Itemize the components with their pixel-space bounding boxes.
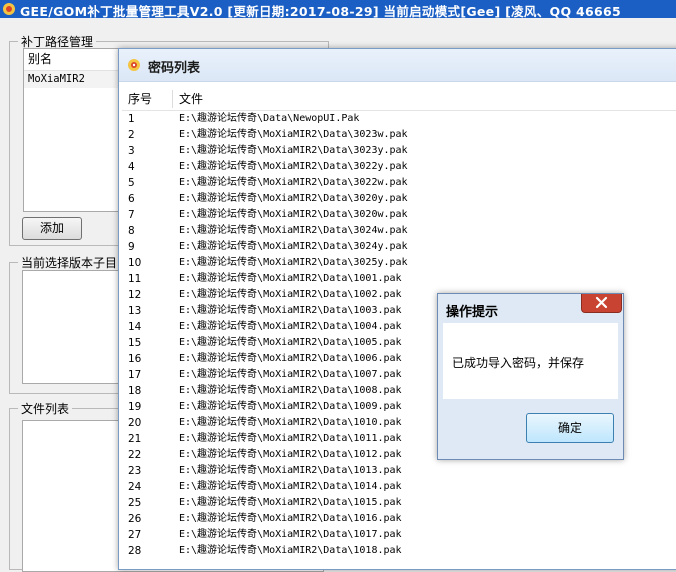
dialog-caption: 操作提示: [438, 294, 623, 324]
row-index: 17: [128, 369, 142, 381]
row-file-path: E:\趣游论坛传奇\MoXiaMIR2\Data\1006.pak: [179, 353, 402, 364]
dialog-close-button[interactable]: [581, 294, 622, 313]
row-index: 10: [128, 257, 142, 269]
row-index: 13: [128, 305, 142, 317]
dialog-message: 已成功导入密码，并保存: [452, 356, 585, 370]
table-row[interactable]: 4 E:\趣游论坛传奇\MoXiaMIR2\Data\3022y.pak: [122, 159, 676, 175]
app-icon: [128, 59, 140, 71]
dialog-body: 已成功导入密码，并保存: [443, 323, 618, 399]
column-separator[interactable]: [172, 90, 173, 108]
row-index: 27: [128, 529, 142, 541]
row-file-path: E:\趣游论坛传奇\MoXiaMIR2\Data\3023y.pak: [179, 145, 408, 156]
row-file-path: E:\趣游论坛传奇\MoXiaMIR2\Data\1007.pak: [179, 369, 402, 380]
column-header-file[interactable]: 文件: [179, 88, 203, 110]
row-file-path: E:\趣游论坛传奇\MoXiaMIR2\Data\1011.pak: [179, 433, 402, 444]
row-file-path: E:\趣游论坛传奇\MoXiaMIR2\Data\1002.pak: [179, 289, 402, 300]
row-index: 9: [128, 241, 135, 253]
row-index: 3: [128, 145, 135, 157]
row-index: 12: [128, 289, 142, 301]
close-icon: [595, 296, 608, 309]
dialog-title: 操作提示: [446, 305, 499, 320]
row-file-path: E:\趣游论坛传奇\MoXiaMIR2\Data\1013.pak: [179, 465, 402, 476]
row-index: 22: [128, 449, 142, 461]
add-button[interactable]: 添加: [22, 217, 82, 240]
app-title: GEE/GOM补丁批量管理工具V2.0 [更新日期:2017-08-29] 当前…: [20, 4, 622, 18]
row-file-path: E:\趣游论坛传奇\MoXiaMIR2\Data\3022y.pak: [179, 161, 408, 172]
row-index: 5: [128, 177, 135, 189]
row-index: 24: [128, 481, 142, 493]
row-file-path: E:\趣游论坛传奇\MoXiaMIR2\Data\1015.pak: [179, 497, 402, 508]
row-index: 1: [128, 113, 135, 125]
ok-button[interactable]: 确定: [526, 413, 614, 443]
row-file-path: E:\趣游论坛传奇\MoXiaMIR2\Data\1001.pak: [179, 273, 402, 284]
table-row[interactable]: 26 E:\趣游论坛传奇\MoXiaMIR2\Data\1016.pak: [122, 511, 676, 527]
row-index: 26: [128, 513, 142, 525]
table-row[interactable]: 3 E:\趣游论坛传奇\MoXiaMIR2\Data\3023y.pak: [122, 143, 676, 159]
table-row[interactable]: 2 E:\趣游论坛传奇\MoXiaMIR2\Data\3023w.pak: [122, 127, 676, 143]
file-list-group-title: 文件列表: [18, 400, 73, 417]
table-header: 序号 文件: [122, 88, 676, 111]
row-index: 6: [128, 193, 135, 205]
row-index: 19: [128, 401, 142, 413]
row-file-path: E:\趣游论坛传奇\MoXiaMIR2\Data\3023w.pak: [179, 129, 408, 140]
table-row[interactable]: 7 E:\趣游论坛传奇\MoXiaMIR2\Data\3020w.pak: [122, 207, 676, 223]
row-file-path: E:\趣游论坛传奇\MoXiaMIR2\Data\1014.pak: [179, 481, 402, 492]
table-row[interactable]: 5 E:\趣游论坛传奇\MoXiaMIR2\Data\3022w.pak: [122, 175, 676, 191]
row-file-path: E:\趣游论坛传奇\MoXiaMIR2\Data\1005.pak: [179, 337, 402, 348]
row-file-path: E:\趣游论坛传奇\MoXiaMIR2\Data\1010.pak: [179, 417, 402, 428]
row-file-path: E:\趣游论坛传奇\MoXiaMIR2\Data\3024y.pak: [179, 241, 408, 252]
toolbar-strip: [333, 40, 676, 48]
row-file-path: E:\趣游论坛传奇\MoXiaMIR2\Data\1003.pak: [179, 305, 402, 316]
subdir-group-title: 当前选择版本子目: [18, 254, 121, 271]
row-file-path: E:\趣游论坛传奇\MoXiaMIR2\Data\3024w.pak: [179, 225, 408, 236]
row-file-path: E:\趣游论坛传奇\MoXiaMIR2\Data\1012.pak: [179, 449, 402, 460]
row-file-path: E:\趣游论坛传奇\MoXiaMIR2\Data\1008.pak: [179, 385, 402, 396]
table-row[interactable]: 27 E:\趣游论坛传奇\MoXiaMIR2\Data\1017.pak: [122, 527, 676, 543]
row-file-path: E:\趣游论坛传奇\MoXiaMIR2\Data\1016.pak: [179, 513, 402, 524]
table-row[interactable]: 23 E:\趣游论坛传奇\MoXiaMIR2\Data\1013.pak: [122, 463, 676, 479]
table-row[interactable]: 6 E:\趣游论坛传奇\MoXiaMIR2\Data\3020y.pak: [122, 191, 676, 207]
table-row[interactable]: 8 E:\趣游论坛传奇\MoXiaMIR2\Data\3024w.pak: [122, 223, 676, 239]
row-file-path: E:\趣游论坛传奇\MoXiaMIR2\Data\1017.pak: [179, 529, 402, 540]
row-index: 23: [128, 465, 142, 477]
column-header-index[interactable]: 序号: [128, 88, 152, 110]
row-index: 4: [128, 161, 135, 173]
table-row[interactable]: 9 E:\趣游论坛传奇\MoXiaMIR2\Data\3024y.pak: [122, 239, 676, 255]
row-index: 25: [128, 497, 142, 509]
table-row[interactable]: 25 E:\趣游论坛传奇\MoXiaMIR2\Data\1015.pak: [122, 495, 676, 511]
row-index: 11: [128, 273, 142, 285]
row-file-path: E:\趣游论坛传奇\MoXiaMIR2\Data\3020w.pak: [179, 209, 408, 220]
password-window-caption: 密码列表: [119, 49, 676, 82]
operation-tip-dialog: 操作提示 已成功导入密码，并保存 确定: [437, 293, 624, 460]
row-file-path: E:\趣游论坛传奇\MoXiaMIR2\Data\3022w.pak: [179, 177, 408, 188]
row-file-path: E:\趣游论坛传奇\MoXiaMIR2\Data\1004.pak: [179, 321, 402, 332]
row-index: 15: [128, 337, 142, 349]
table-row[interactable]: 24 E:\趣游论坛传奇\MoXiaMIR2\Data\1014.pak: [122, 479, 676, 495]
row-index: 14: [128, 321, 142, 333]
row-index: 8: [128, 225, 135, 237]
row-index: 18: [128, 385, 142, 397]
app-titlebar: GEE/GOM补丁批量管理工具V2.0 [更新日期:2017-08-29] 当前…: [0, 0, 676, 18]
row-index: 2: [128, 129, 135, 141]
row-index: 7: [128, 209, 135, 221]
table-row[interactable]: 11 E:\趣游论坛传奇\MoXiaMIR2\Data\1001.pak: [122, 271, 676, 287]
row-index: 21: [128, 433, 142, 445]
row-file-path: E:\趣游论坛传奇\MoXiaMIR2\Data\3025y.pak: [179, 257, 408, 268]
row-index: 16: [128, 353, 142, 365]
row-file-path: E:\趣游论坛传奇\MoXiaMIR2\Data\3020y.pak: [179, 193, 408, 204]
password-window-title: 密码列表: [148, 61, 201, 76]
row-file-path: E:\趣游论坛传奇\Data\NewopUI.Pak: [179, 113, 360, 124]
table-row[interactable]: 1 E:\趣游论坛传奇\Data\NewopUI.Pak: [122, 111, 676, 127]
table-row[interactable]: 10 E:\趣游论坛传奇\MoXiaMIR2\Data\3025y.pak: [122, 255, 676, 271]
row-index: 20: [128, 417, 142, 429]
row-file-path: E:\趣游论坛传奇\MoXiaMIR2\Data\1009.pak: [179, 401, 402, 412]
app-icon: [3, 3, 15, 15]
